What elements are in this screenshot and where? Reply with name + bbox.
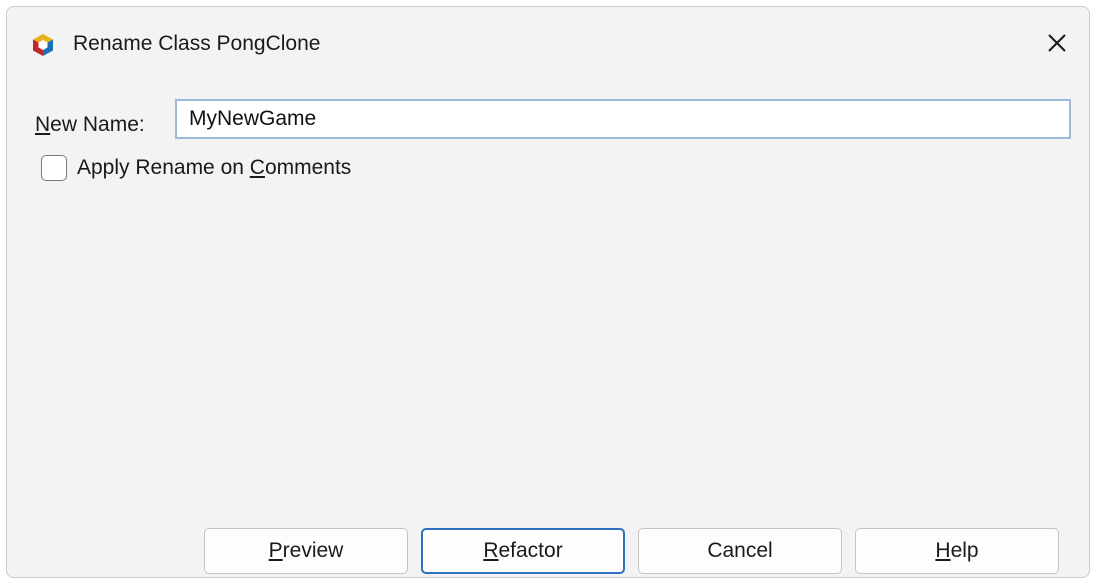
apply-rename-comments-checkbox-row[interactable]: Apply Rename on Comments bbox=[41, 153, 351, 183]
new-name-label: New Name: bbox=[35, 113, 145, 137]
title-bar[interactable]: Rename Class PongClone bbox=[7, 7, 1089, 77]
apply-rename-comments-label: Apply Rename on Comments bbox=[77, 156, 352, 179]
preview-button[interactable]: Preview bbox=[204, 528, 408, 574]
rename-class-dialog: Rename Class PongClone New Name: Apply R… bbox=[6, 6, 1090, 578]
refactor-button[interactable]: Refactor bbox=[421, 528, 625, 574]
apply-rename-comments-checkbox[interactable] bbox=[41, 155, 67, 181]
new-name-input[interactable] bbox=[175, 99, 1071, 139]
help-button[interactable]: Help bbox=[855, 528, 1059, 574]
close-button[interactable] bbox=[1031, 17, 1083, 69]
netbeans-cube-icon bbox=[33, 34, 53, 56]
dialog-title: Rename Class PongClone bbox=[73, 32, 321, 55]
cancel-button[interactable]: Cancel bbox=[638, 528, 842, 574]
new-name-label-text: ew Name: bbox=[50, 113, 145, 136]
close-icon bbox=[1048, 34, 1066, 52]
new-name-mnemonic: N bbox=[35, 113, 51, 136]
